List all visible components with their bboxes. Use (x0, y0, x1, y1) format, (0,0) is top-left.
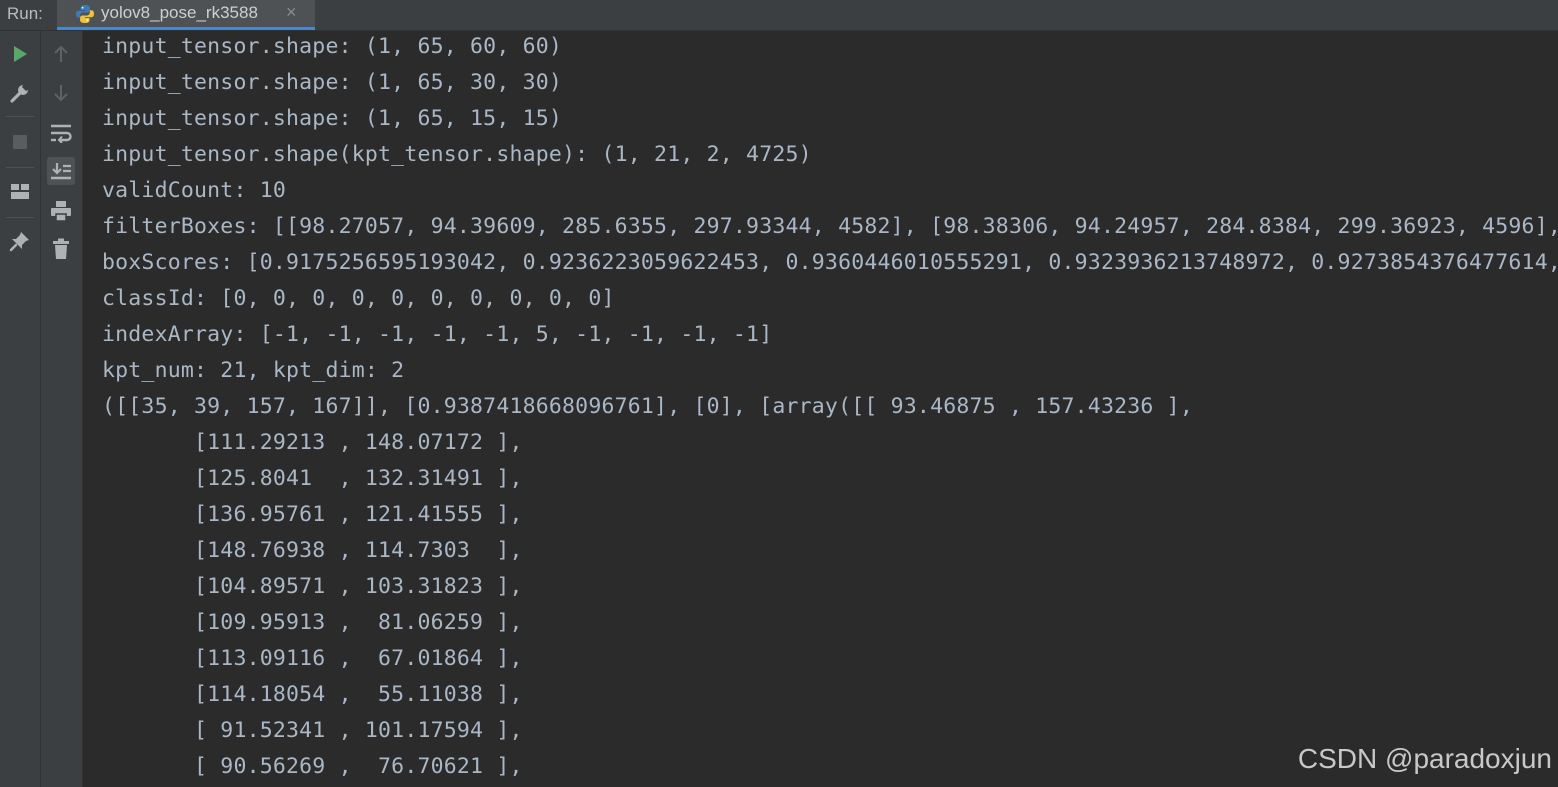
run-actions-toolbar (0, 31, 41, 787)
console-line: indexArray: [-1, -1, -1, -1, -1, 5, -1, … (102, 322, 773, 347)
console-line: classId: [0, 0, 0, 0, 0, 0, 0, 0, 0, 0] (102, 286, 615, 311)
console-line: [148.76938 , 114.7303 ], (102, 538, 523, 563)
console-line: input_tensor.shape: (1, 65, 30, 30) (102, 70, 563, 95)
console-line: [104.89571 , 103.31823 ], (102, 574, 523, 599)
toolbar-separator (6, 116, 34, 117)
settings-button[interactable] (6, 79, 34, 107)
rerun-button[interactable] (6, 40, 34, 68)
console-line: [ 90.56269 , 76.70621 ], (102, 754, 523, 779)
console-line: [ 91.52341 , 101.17594 ], (102, 718, 523, 743)
console-line: [114.18054 , 55.11038 ], (102, 682, 523, 707)
console-line: kpt_num: 21, kpt_dim: 2 (102, 358, 405, 383)
tab-yolov8-pose-rk3588[interactable]: yolov8_pose_rk3588 × (57, 0, 315, 30)
toolbar-separator (6, 217, 34, 218)
clear-all-button[interactable] (47, 235, 75, 263)
stop-button[interactable] (6, 128, 34, 156)
down-arrow-icon (54, 85, 68, 102)
console-line: [125.8041 , 132.31491 ], (102, 466, 523, 491)
scroll-to-end-button[interactable] (47, 157, 75, 185)
run-tool-window-header: Run: yolov8_pose_rk3588 × (0, 0, 1558, 31)
tab-title: yolov8_pose_rk3588 (101, 3, 258, 22)
console-line: validCount: 10 (102, 178, 287, 203)
soft-wrap-icon (51, 124, 72, 143)
pin-icon (9, 232, 29, 252)
console-line: [136.95761 , 121.41555 ], (102, 502, 523, 527)
trash-icon (53, 238, 69, 259)
console-line: input_tensor.shape(kpt_tensor.shape): (1… (102, 142, 812, 167)
run-icon (14, 46, 27, 62)
print-icon (51, 201, 71, 222)
active-tab-indicator (57, 27, 315, 30)
soft-wrap-button[interactable] (47, 119, 75, 147)
python-icon (76, 5, 94, 23)
next-occurrence-button[interactable] (47, 79, 75, 107)
pin-tab-button[interactable] (6, 227, 34, 255)
previous-occurrence-button[interactable] (47, 40, 75, 68)
toolbar-separator (6, 167, 34, 168)
close-tab-icon[interactable]: × (286, 2, 297, 23)
console-line: [109.95913 , 81.06259 ], (102, 610, 523, 635)
layout-icon (11, 184, 29, 199)
console-line: input_tensor.shape: (1, 65, 60, 60) (102, 34, 563, 59)
watermark: CSDN @paradoxjun (1297, 743, 1552, 774)
wrench-icon (10, 83, 30, 103)
print-button[interactable] (47, 197, 75, 225)
console-line: ([[35, 39, 157, 167]], [0.93874186680967… (102, 394, 1193, 419)
console-line: filterBoxes: [[98.27057, 94.39609, 285.6… (102, 214, 1558, 239)
scroll-to-end-icon (51, 163, 71, 180)
up-arrow-icon (54, 45, 68, 62)
console-line: [111.29213 , 148.07172 ], (102, 430, 523, 455)
restore-layout-button[interactable] (6, 178, 34, 206)
console-actions-toolbar (41, 31, 83, 787)
run-label: Run: (7, 4, 43, 23)
console-line: input_tensor.shape: (1, 65, 15, 15) (102, 106, 563, 131)
console-line: boxScores: [0.9175256595193042, 0.923622… (102, 250, 1558, 275)
stop-icon (13, 135, 27, 149)
console-line: [113.09116 , 67.01864 ], (102, 646, 523, 671)
console-output[interactable]: input_tensor.shape: (1, 65, 60, 60) inpu… (83, 31, 1558, 787)
